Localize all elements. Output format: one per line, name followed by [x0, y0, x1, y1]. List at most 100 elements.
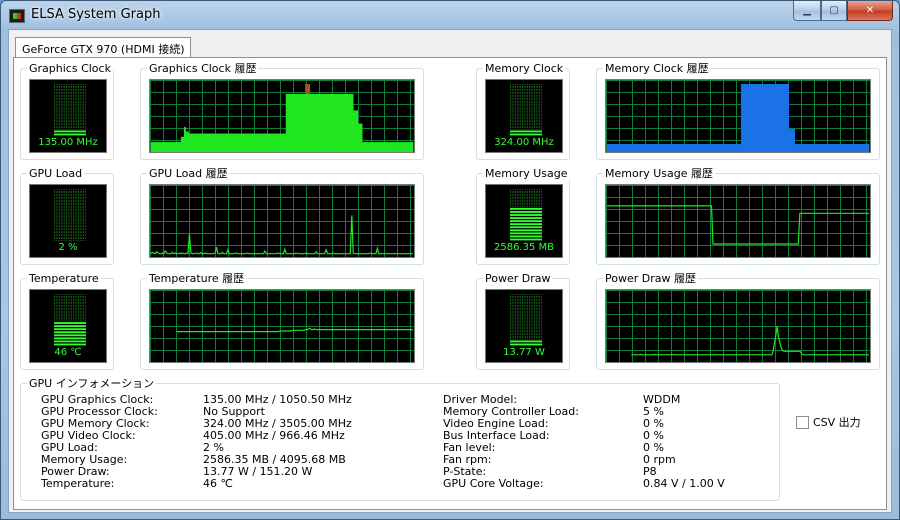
meter-segment: [54, 235, 86, 238]
meter-segment: [510, 133, 542, 136]
meter-segment: [54, 213, 86, 217]
meter-segment: [54, 127, 86, 130]
meter-segment: [510, 102, 542, 106]
memory-clock-history-chart: [605, 79, 871, 153]
meter-segment: [510, 327, 542, 331]
memory-clock-history-group: Memory Clock 履歴: [596, 62, 880, 160]
maximize-button[interactable]: ▢: [821, 1, 847, 21]
history-bar: [411, 142, 414, 152]
csv-output-checkbox[interactable]: [796, 415, 809, 429]
gpu-load-history-label: GPU Load 履歴: [147, 167, 230, 180]
gpu-load-label: GPU Load: [27, 167, 85, 180]
gpu-load-meter-group: GPU Load 2 %: [20, 167, 114, 265]
meter-segment: [510, 127, 542, 130]
meter-segment: [510, 312, 542, 316]
meter-segment: [54, 303, 86, 307]
meter-segment: [54, 297, 86, 300]
temperature-history-chart: [149, 289, 415, 363]
meter-segment: [54, 210, 86, 214]
meter-segment: [54, 189, 86, 192]
info-key: GPU Core Voltage:: [443, 477, 544, 490]
client-area: GeForce GTX 970 (HDMI 接続) Graphics Clock…: [8, 29, 892, 513]
gpu-load-history-group: GPU Load 履歴: [140, 167, 424, 265]
graphics-clock-meter: 135.00 MHz: [29, 79, 107, 153]
meter-segment: [54, 120, 86, 124]
meter-segment: [54, 102, 86, 106]
meter-segment: [510, 226, 542, 229]
meter-segment: [54, 96, 86, 100]
memory-usage-history-group: Memory Usage 履歴: [596, 167, 880, 265]
meter-segment: [510, 195, 542, 198]
meter-segment: [510, 238, 542, 241]
meter-segment: [510, 87, 542, 90]
title-bar[interactable]: ELSA System Graph ▁ ▢ ✕: [1, 1, 899, 29]
memory-clock-label: Memory Clock: [483, 62, 566, 75]
gpu-load-history-chart: [149, 184, 415, 258]
maximize-icon: ▢: [829, 5, 839, 16]
meter-segment: [510, 117, 542, 121]
temperature-value: 46 ℃: [54, 347, 82, 358]
memory-usage-value: 2586.35 MB: [493, 242, 555, 253]
meter-segment: [510, 229, 542, 232]
meter-segment: [54, 87, 86, 90]
meter-segment: [54, 195, 86, 198]
power-draw-history-group: Power Draw 履歴: [596, 272, 880, 370]
meter-segment: [54, 201, 86, 205]
meter-segment: [54, 232, 86, 235]
meter-segment: [54, 337, 86, 340]
memory-clock-meter: 324.00 MHz: [485, 79, 563, 153]
meter-segment: [510, 201, 542, 205]
meter-segment: [54, 216, 86, 220]
meter-segment: [510, 318, 542, 322]
meter-segment: [510, 90, 542, 93]
meter-segment: [510, 330, 542, 334]
info-value: 405.00 MHz / 966.46 MHz: [203, 429, 345, 442]
graphics-clock-label: Graphics Clock: [27, 62, 113, 75]
memory-usage-meter-bars: [510, 189, 542, 241]
meter-segment: [510, 130, 542, 133]
temperature-history-group: Temperature 履歴: [140, 272, 424, 370]
meter-segment: [510, 220, 542, 223]
meter-segment: [54, 117, 86, 121]
power-draw-value: 13.77 W: [503, 347, 545, 358]
meter-segment: [54, 99, 86, 103]
meter-segment: [510, 207, 542, 210]
meter-segment: [510, 192, 542, 195]
temperature-label: Temperature: [27, 272, 101, 285]
gpu-info-label: GPU インフォメーション: [27, 377, 157, 390]
memory-clock-history-label: Memory Clock 履歴: [603, 62, 711, 75]
memory-usage-history-label: Memory Usage 履歴: [603, 167, 716, 180]
power-draw-meter: 13.77 W: [485, 289, 563, 363]
graphics-clock-history-chart: [149, 79, 415, 153]
app-window: ELSA System Graph ▁ ▢ ✕ GeForce GTX 970 …: [0, 0, 900, 520]
power-draw-meter-group: Power Draw 13.77 W: [476, 272, 570, 370]
meter-segment: [510, 99, 542, 103]
meter-segment: [54, 322, 86, 324]
meter-segment: [54, 219, 86, 223]
csv-output-option[interactable]: CSV 出力: [796, 414, 861, 430]
meter-segment: [54, 105, 86, 109]
gpu-load-meter-bars: [54, 189, 86, 241]
meter-segment: [54, 318, 86, 322]
meter-segment: [510, 294, 542, 297]
close-button[interactable]: ✕: [847, 1, 893, 21]
meter-segment: [54, 114, 86, 118]
meter-segment: [510, 343, 542, 346]
meter-segment: [510, 96, 542, 100]
app-icon[interactable]: [9, 9, 25, 23]
meter-segment: [54, 300, 86, 303]
meter-segment: [54, 93, 86, 97]
meter-segment: [54, 294, 86, 297]
power-draw-history-chart: [605, 289, 871, 363]
info-value: 0.84 V / 1.00 V: [643, 477, 725, 490]
meter-segment: [54, 204, 86, 208]
meter-segment: [510, 120, 542, 124]
tab-gpu[interactable]: GeForce GTX 970 (HDMI 接続): [15, 37, 192, 58]
meter-segment: [54, 207, 86, 211]
power-draw-label: Power Draw: [483, 272, 553, 285]
temperature-meter-bars: [54, 294, 86, 346]
history-peak-bar: [308, 84, 311, 94]
meter-segment: [510, 340, 542, 343]
minimize-button[interactable]: ▁: [793, 1, 821, 21]
meter-segment: [54, 108, 86, 112]
